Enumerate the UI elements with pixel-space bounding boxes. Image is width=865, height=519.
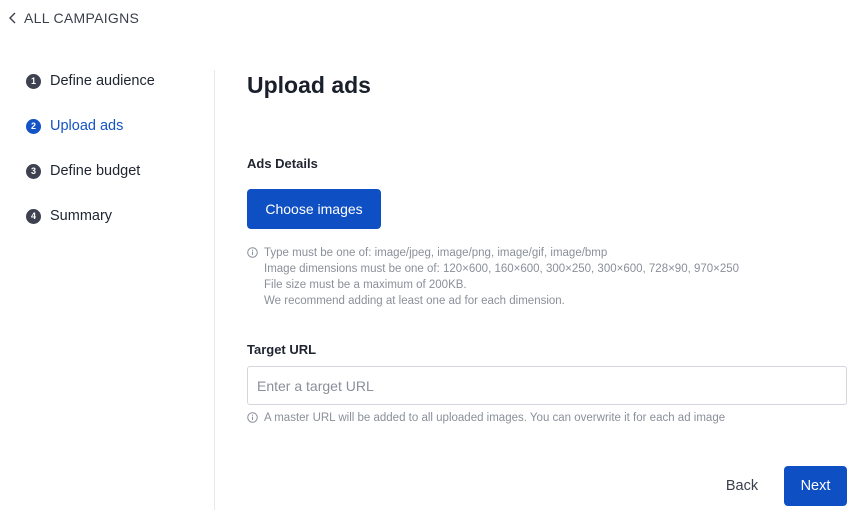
step-define-budget[interactable]: 3 Define budget bbox=[26, 156, 206, 186]
target-url-hint-text: A master URL will be added to all upload… bbox=[264, 412, 726, 424]
all-campaigns-label: ALL CAMPAIGNS bbox=[24, 10, 140, 26]
hint-line-file-size: File size must be a maximum of 200KB. bbox=[264, 279, 467, 291]
back-button[interactable]: Back bbox=[712, 466, 772, 506]
hint-line-recommendation: We recommend adding at least one ad for … bbox=[264, 295, 565, 307]
choose-images-button[interactable]: Choose images bbox=[247, 189, 381, 229]
step-label: Define audience bbox=[50, 73, 155, 89]
target-url-input[interactable] bbox=[247, 366, 847, 405]
step-number: 4 bbox=[26, 208, 41, 224]
hint-line-dimensions: Image dimensions must be one of: 120×600… bbox=[264, 263, 740, 275]
step-define-audience[interactable]: 1 Define audience bbox=[26, 66, 206, 96]
step-upload-ads[interactable]: 2 Upload ads bbox=[26, 111, 206, 141]
hint-lines: Type must be one of: image/jpeg, image/p… bbox=[264, 245, 739, 309]
ads-details-label: Ads Details bbox=[247, 156, 318, 171]
target-url-label: Target URL bbox=[247, 342, 317, 357]
step-number: 2 bbox=[26, 118, 41, 134]
step-number: 1 bbox=[26, 73, 41, 89]
step-label: Upload ads bbox=[50, 118, 124, 134]
sidebar-divider bbox=[214, 70, 215, 510]
page-title: Upload ads bbox=[247, 72, 371, 98]
info-icon bbox=[247, 247, 258, 258]
step-summary[interactable]: 4 Summary bbox=[26, 201, 206, 231]
step-number: 3 bbox=[26, 163, 41, 179]
target-url-hint: A master URL will be added to all upload… bbox=[247, 410, 725, 426]
all-campaigns-link[interactable]: ALL CAMPAIGNS bbox=[8, 8, 139, 28]
chevron-left-icon bbox=[9, 12, 16, 24]
ads-requirements-hint: Type must be one of: image/jpeg, image/p… bbox=[247, 245, 739, 309]
steps-sidebar: 1 Define audience 2 Upload ads 3 Define … bbox=[26, 66, 206, 246]
step-label: Summary bbox=[50, 208, 113, 224]
next-button[interactable]: Next bbox=[784, 466, 847, 506]
step-label: Define budget bbox=[50, 163, 141, 179]
info-icon bbox=[247, 412, 258, 423]
hint-line-type: Type must be one of: image/jpeg, image/p… bbox=[264, 247, 608, 259]
